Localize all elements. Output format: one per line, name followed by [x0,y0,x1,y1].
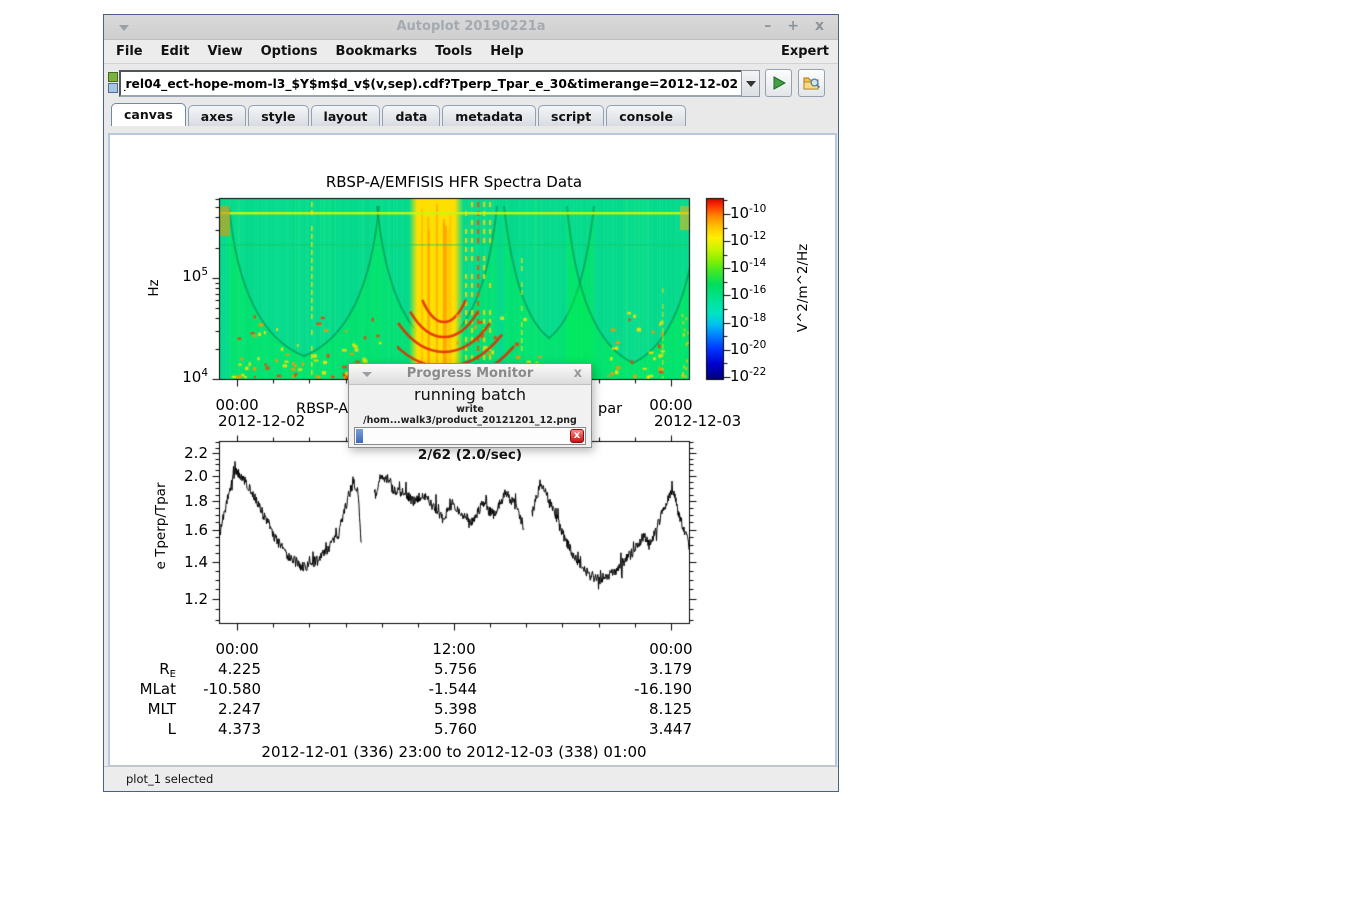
menu-help[interactable]: Help [481,40,532,63]
tab-data[interactable]: data [382,105,440,126]
time-range-label: 2012-12-01 (336) 23:00 to 2012-12-03 (33… [261,743,646,761]
spectrogram-x-date-label: 2012-12-03 [654,412,741,430]
colorbar-tick-label: 10-14 [730,258,766,276]
ephemeris-value: -16.190 [562,680,692,698]
ephemeris-value: 4.373 [131,720,261,738]
progress-dialog-title: Progress Monitor [349,366,591,381]
lineplot-x-tick-label: 12:00 [432,640,475,658]
menu-bookmarks[interactable]: Bookmarks [327,40,427,63]
progress-dialog-titlebar[interactable]: Progress Monitor x [349,364,591,385]
ephemeris-value: 3.179 [562,660,692,678]
ephemeris-value: 5.756 [347,660,477,678]
status-message: plot_1 selected [126,772,213,786]
tab-console[interactable]: console [606,105,686,126]
menu-file[interactable]: File [107,40,152,63]
tab-metadata[interactable]: metadata [442,105,536,126]
colorbar-tick-label: 10-16 [730,285,766,303]
tab-layout[interactable]: layout [311,105,381,126]
progress-close-icon[interactable]: x [574,366,582,381]
plot-canvas-pane: RBSP-A/EMFISIS HFR Spectra Data Hz V^2/m… [108,133,837,767]
uri-toolbar [104,64,838,104]
lineplot-y-tick-label: 1.4 [148,553,208,571]
status-bar: plot_1 selected [104,766,838,791]
ephemeris-value: 5.760 [347,720,477,738]
window-title: Autoplot 20190221a [104,19,838,34]
tab-script[interactable]: script [538,105,604,126]
menu-tools[interactable]: Tools [426,40,481,63]
progress-bar [354,427,586,445]
autoplot-window: Autoplot 20190221a – + x FileEditViewOpt… [103,14,839,792]
inspect-uri-button[interactable] [798,69,825,97]
progress-monitor-dialog: Progress Monitor x running batch write /… [348,363,592,448]
colorbar-tick-label: 10-20 [730,340,766,358]
spectrogram-x-date-label: 2012-12-02 [218,412,305,430]
ephemeris-value: -10.580 [131,680,261,698]
lineplot-x-tick-label: 00:00 [215,640,258,658]
spectrogram-title: RBSP-A/EMFISIS HFR Spectra Data [326,173,582,191]
expert-menu[interactable]: Expert [781,44,829,59]
uri-dropdown-button[interactable] [741,70,760,97]
spectrogram-y-tick-label: 104 [148,368,208,386]
go-button[interactable] [765,69,792,97]
tab-canvas[interactable]: canvas [111,103,186,126]
colorbar-tick-label: 10-12 [730,231,766,249]
ephemeris-value: 4.225 [131,660,261,678]
folder-search-icon [803,75,821,91]
progress-status-label: 2/62 (2.0/sec) [349,447,591,463]
menu-bar: FileEditViewOptionsBookmarksToolsHelp Ex… [104,40,838,64]
tab-style[interactable]: style [248,105,308,126]
window-titlebar[interactable]: Autoplot 20190221a – + x [104,15,838,40]
tab-bar: canvasaxesstylelayoutdatametadatascriptc… [104,104,838,126]
lineplot-y-tick-label: 1.2 [148,590,208,608]
cancel-task-button[interactable]: x [570,429,584,443]
colorbar-tick-label: 10-10 [730,204,766,222]
ephemeris-value: -1.544 [347,680,477,698]
play-icon [772,76,786,90]
minimize-button[interactable]: – [764,18,771,34]
ephemeris-value: 8.125 [562,700,692,718]
colorbar-axis-label: V^2/m^2/Hz [795,244,811,333]
lower-plot-title-fragment-right: par [598,401,622,417]
lineplot-y-tick-label: 2.2 [148,444,208,462]
colorbar-tick-label: 10-22 [730,367,766,385]
lineplot-y-tick-label: 1.6 [148,521,208,539]
desktop: Autoplot 20190221a – + x FileEditViewOpt… [0,0,1345,916]
chevron-down-icon [746,81,756,87]
progress-detail-label: write /hom...walk3/product_20121201_12.p… [349,404,591,426]
progress-bar-fill [356,429,363,443]
lineplot-x-tick-label: 00:00 [649,640,692,658]
maximize-button[interactable]: + [787,18,799,34]
close-button[interactable]: x [815,18,824,34]
datasource-status-icon [107,72,118,94]
tab-axes[interactable]: axes [188,105,246,126]
menu-items: FileEditViewOptionsBookmarksToolsHelp [107,40,533,63]
uri-input[interactable] [119,70,743,97]
lineplot-y-tick-label: 2.0 [148,467,208,485]
ephemeris-value: 5.398 [347,700,477,718]
menu-edit[interactable]: Edit [152,40,199,63]
ephemeris-value: 3.447 [562,720,692,738]
lineplot-y-tick-label: 1.8 [148,492,208,510]
menu-options[interactable]: Options [252,40,327,63]
progress-task-label: running batch [349,386,591,404]
spectrogram-y-tick-label: 105 [148,267,208,285]
colorbar-tick-label: 10-18 [730,313,766,331]
ephemeris-value: 2.247 [131,700,261,718]
menu-view[interactable]: View [198,40,251,63]
